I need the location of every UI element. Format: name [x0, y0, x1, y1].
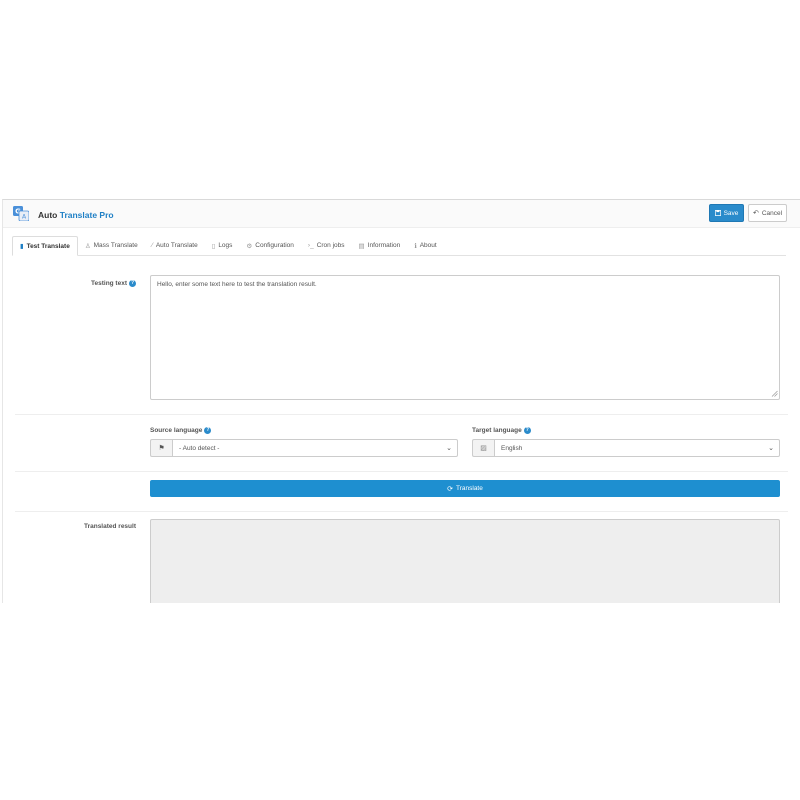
tab-configuration[interactable]: ⚙ Configuration: [239, 236, 301, 255]
tab-label: Logs: [218, 242, 233, 249]
terminal-icon: ›_: [307, 242, 314, 249]
tab-label: Auto Translate: [155, 242, 198, 249]
tab-mass-translate[interactable]: ♙ Mass Translate: [78, 236, 145, 255]
file-icon: ▯: [211, 242, 216, 250]
translated-result-box: [150, 519, 780, 603]
target-language-select-group: ▨ English ⌄: [472, 439, 780, 457]
source-language-label-text: Source language: [150, 427, 203, 435]
translate-button[interactable]: ⟳ Translate: [150, 480, 780, 497]
testing-text-value: Hello, enter some text here to test the …: [157, 281, 317, 288]
info-icon: ℹ: [414, 242, 417, 250]
tab-label: Test Translate: [26, 242, 70, 250]
cancel-button[interactable]: ↶ Cancel: [748, 204, 787, 222]
source-language-value: - Auto detect -: [179, 444, 220, 452]
translated-result-label-text: Translated result: [83, 523, 136, 530]
chevron-down-icon: ⌄: [768, 445, 774, 452]
save-button-label: Save: [723, 209, 739, 217]
help-icon[interactable]: ?: [204, 427, 212, 434]
target-language-value: English: [501, 444, 523, 452]
app-title: Auto Translate Pro: [38, 210, 114, 220]
help-icon[interactable]: ?: [129, 280, 136, 287]
tab-logs[interactable]: ▯ Logs: [205, 236, 240, 255]
resize-handle-icon[interactable]: [771, 390, 778, 397]
help-icon[interactable]: ?: [523, 427, 531, 434]
translated-result-label: Translated result: [43, 523, 136, 530]
tab-information[interactable]: ▤ Information: [352, 236, 408, 255]
flag-icon: ⚑: [150, 439, 172, 457]
target-language-label: Target language?: [472, 427, 531, 434]
cancel-button-label: Cancel: [761, 209, 783, 217]
tab-label: Cron jobs: [316, 242, 345, 249]
tab-bar: ▮ Test Translate ♙ Mass Translate ⁄ Auto…: [12, 236, 786, 256]
undo-arrow-icon: ↶: [752, 210, 759, 217]
panel-header: G A Auto Translate Pro Save ↶ Cancel: [3, 200, 800, 228]
tab-cron-jobs[interactable]: ›_ Cron jobs: [301, 236, 352, 255]
source-language-select-group: ⚑ - Auto detect - ⌄: [150, 439, 458, 457]
app-title-prefix: Auto: [38, 210, 58, 220]
module-panel: G A Auto Translate Pro Save ↶ Cancel ▮ T…: [2, 199, 800, 603]
testing-text-label-text: Testing text: [91, 280, 127, 288]
chevron-down-icon: ⌄: [446, 445, 452, 452]
tab-test-translate[interactable]: ▮ Test Translate: [12, 236, 78, 256]
gear-icon: ⚙: [246, 242, 253, 250]
testing-text-input[interactable]: Hello, enter some text here to test the …: [150, 275, 780, 400]
magic-wand-icon: ⁄: [151, 242, 153, 249]
source-language-select[interactable]: - Auto detect - ⌄: [172, 439, 458, 457]
tab-label: Configuration: [255, 242, 294, 249]
translate-icon: ▮: [20, 243, 24, 250]
book-icon: ▤: [358, 242, 365, 250]
source-language-label: Source language?: [150, 427, 212, 435]
tab-label: About: [419, 242, 437, 249]
app-title-accent: Translate Pro: [59, 210, 114, 220]
tab-auto-translate[interactable]: ⁄ Auto Translate: [145, 236, 205, 255]
target-language-label-text: Target language: [472, 427, 522, 435]
tab-about[interactable]: ℹ About: [407, 236, 443, 255]
testing-text-label: Testing text?: [43, 280, 136, 287]
person-icon: ♙: [84, 242, 91, 250]
section-divider: [15, 511, 788, 512]
tab-label: Information: [367, 242, 401, 249]
translate-logo-icon: G A: [13, 206, 29, 221]
save-button[interactable]: Save: [709, 204, 744, 222]
tab-label: Mass Translate: [93, 242, 138, 249]
refresh-icon: ⟳: [447, 485, 453, 493]
target-language-select[interactable]: English ⌄: [494, 439, 780, 457]
section-divider: [15, 414, 788, 415]
flag-icon: ▨: [472, 439, 494, 457]
floppy-disk-icon: [714, 210, 721, 216]
translate-button-label: Translate: [456, 485, 483, 492]
section-divider: [15, 471, 788, 472]
